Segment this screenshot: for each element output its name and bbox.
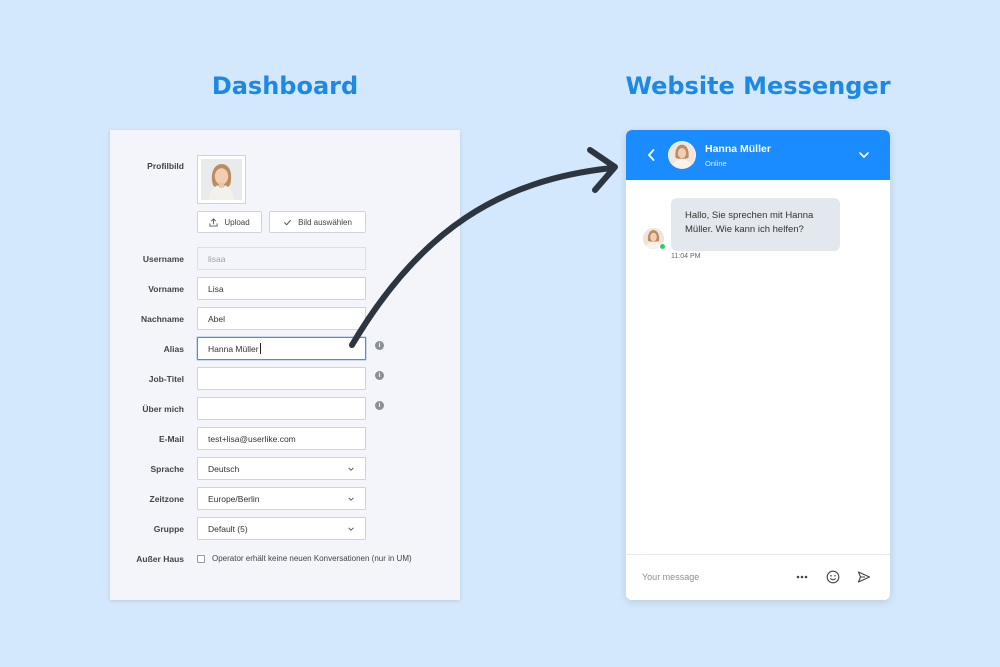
firstname-value: Lisa <box>208 283 224 294</box>
operator-name: Hanna Müller <box>705 143 771 155</box>
email-field[interactable]: test+lisa@userlike.com <box>197 427 366 450</box>
lastname-label: Nachname <box>141 314 184 324</box>
text-caret <box>259 343 261 354</box>
avatar-photo <box>201 159 242 200</box>
operator-status: Online <box>705 159 727 168</box>
chevron-down-icon <box>348 526 354 531</box>
timezone-label: Zeitzone <box>149 494 184 504</box>
about-field[interactable] <box>197 397 366 420</box>
dashboard-panel: Profilbild Upload Bild auswählen Usernam… <box>110 130 460 600</box>
upload-button[interactable]: Upload <box>197 211 262 233</box>
language-value: Deutsch <box>208 463 240 474</box>
check-icon <box>284 219 292 225</box>
firstname-field[interactable]: Lisa <box>197 277 366 300</box>
send-icon[interactable] <box>857 570 871 584</box>
info-icon[interactable]: i <box>375 401 384 410</box>
more-icon[interactable] <box>795 570 809 584</box>
messenger-composer: Your message <box>626 554 890 600</box>
woman-portrait-icon <box>201 159 242 200</box>
messenger-conversation: Hallo, Sie sprechen mit Hanna Müller. Wi… <box>626 180 890 554</box>
language-label: Sprache <box>150 464 184 474</box>
username-label: Username <box>142 254 184 264</box>
info-icon[interactable]: i <box>375 341 384 350</box>
jobtitle-field[interactable] <box>197 367 366 390</box>
jobtitle-label: Job-Titel <box>148 374 184 384</box>
upload-button-label: Upload <box>224 217 250 227</box>
timezone-value: Europe/Berlin <box>208 493 260 504</box>
lastname-value: Abel <box>208 313 226 324</box>
email-value: test+lisa@userlike.com <box>208 433 296 444</box>
chevron-down-icon <box>348 466 354 471</box>
chevron-down-icon[interactable] <box>858 149 870 161</box>
message-input[interactable]: Your message <box>642 572 699 582</box>
message-time: 11:04 PM <box>671 253 701 260</box>
about-label: Über mich <box>142 404 184 414</box>
choose-image-button-label: Bild auswählen <box>298 217 352 227</box>
alias-value: Hanna Müller <box>208 343 259 354</box>
group-select[interactable]: Default (5) <box>197 517 366 540</box>
dashboard-heading: Dashboard <box>211 72 359 100</box>
username-value: lisaa <box>208 253 226 264</box>
messenger-header: Hanna Müller Online <box>626 130 890 180</box>
username-field: lisaa <box>197 247 366 270</box>
profile-image-label: Profilbild <box>147 161 184 171</box>
email-label: E-Mail <box>158 434 184 444</box>
firstname-label: Vorname <box>148 284 184 294</box>
away-checkbox-label: Operator erhält keine neuen Konversation… <box>212 554 412 563</box>
language-select[interactable]: Deutsch <box>197 457 366 480</box>
choose-image-button[interactable]: Bild auswählen <box>269 211 366 233</box>
operator-avatar <box>668 141 696 169</box>
group-label: Gruppe <box>153 524 184 534</box>
woman-portrait-icon <box>669 142 695 168</box>
chevron-down-icon <box>348 496 354 501</box>
info-icon[interactable]: i <box>375 371 384 380</box>
group-value: Default (5) <box>208 523 248 534</box>
alias-field[interactable]: Hanna Müller <box>197 337 366 360</box>
away-label: Außer Haus <box>136 554 184 564</box>
upload-icon <box>209 217 218 227</box>
back-icon[interactable] <box>646 148 656 162</box>
online-indicator <box>659 243 666 250</box>
profile-image <box>197 155 246 204</box>
messenger-widget: Hanna Müller Online Hallo, Sie sprechen … <box>626 130 890 600</box>
lastname-field[interactable]: Abel <box>197 307 366 330</box>
messenger-heading: Website Messenger <box>625 72 891 100</box>
away-checkbox[interactable] <box>197 555 205 563</box>
emoji-icon[interactable] <box>826 570 840 584</box>
message-bubble: Hallo, Sie sprechen mit Hanna Müller. Wi… <box>671 198 840 251</box>
alias-label: Alias <box>163 344 184 354</box>
timezone-select[interactable]: Europe/Berlin <box>197 487 366 510</box>
